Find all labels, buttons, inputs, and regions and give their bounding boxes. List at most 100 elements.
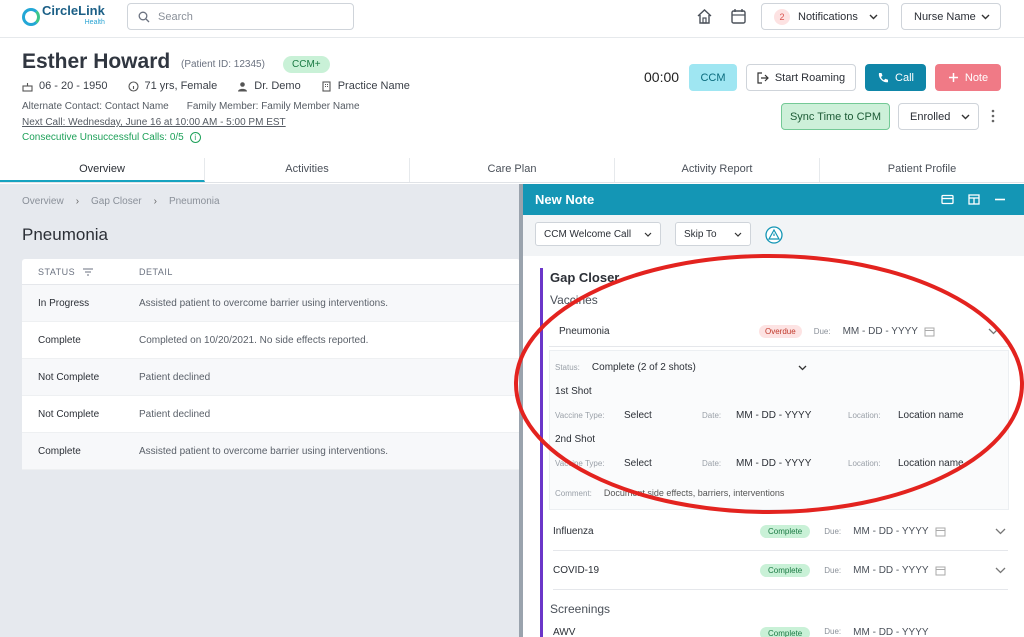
logo-subtext: Health (84, 19, 105, 26)
patient-doctor: Dr. Demo (254, 80, 301, 92)
date-label: Date: (702, 411, 722, 420)
status-field[interactable]: Status: Complete (2 of 2 shots) (555, 362, 807, 373)
table-header: STATUS DETAIL (22, 259, 520, 285)
calendar-icon[interactable] (924, 326, 935, 337)
table-row[interactable]: Complete Completed on 10/20/2021. No side… (22, 322, 520, 359)
due-date[interactable]: MM - DD - YYYY (853, 565, 928, 576)
calendar-icon[interactable] (935, 565, 946, 576)
covid-item[interactable]: COVID-19 Complete Due: MM - DD - YYYY (553, 552, 1008, 590)
search-input[interactable]: Search (127, 3, 354, 30)
info-icon[interactable]: i (189, 132, 201, 143)
tab-patient-profile[interactable]: Patient Profile (820, 158, 1024, 182)
due-date[interactable]: MM - DD - YYYY (853, 526, 928, 537)
due-label: Due: (813, 327, 831, 336)
filter-icon[interactable] (83, 268, 94, 276)
calendar-icon[interactable] (935, 526, 946, 537)
call-button[interactable]: Call (865, 64, 926, 91)
vaccine-type-select[interactable]: Select (624, 458, 702, 469)
more-options-icon[interactable] (990, 109, 996, 123)
second-shot-heading: 2nd Shot (555, 434, 596, 445)
phone-icon (878, 72, 889, 82)
enrollment-dropdown[interactable]: Enrolled (898, 103, 979, 130)
row-detail: Patient declined (139, 408, 211, 420)
row-status: In Progress (38, 297, 90, 309)
tab-care-plan[interactable]: Care Plan (410, 158, 615, 182)
chevron-right-icon: › (153, 196, 157, 207)
pneumonia-item[interactable]: Pneumonia Overdue Due: MM - DD - YYYY (549, 317, 1009, 347)
tab-activity-report[interactable]: Activity Report (615, 158, 820, 182)
tab-activities[interactable]: Activities (205, 158, 410, 182)
overdue-badge: Overdue (759, 325, 802, 338)
item-name: Influenza (553, 526, 594, 537)
due-date[interactable]: MM - DD - YYYY (853, 627, 928, 637)
skip-to-select[interactable]: Skip To (675, 222, 751, 246)
influenza-item[interactable]: Influenza Complete Due: MM - DD - YYYY (553, 513, 1008, 551)
next-call-link[interactable]: Next Call: Wednesday, June 16 at 10:00 A… (22, 117, 286, 128)
patient-name: Esther Howard (22, 50, 171, 73)
card-icon[interactable] (941, 194, 954, 205)
sync-time-button[interactable]: Sync Time to CPM (781, 103, 890, 130)
calendar-icon[interactable] (730, 8, 747, 25)
location-field[interactable]: Location name (898, 410, 964, 421)
logo[interactable]: CircleLink Health (22, 3, 105, 28)
vaccine-type-select[interactable]: Select (624, 410, 702, 421)
call-type-select[interactable]: CCM Welcome Call (535, 222, 661, 246)
ccm-button[interactable]: CCM (689, 64, 737, 91)
due-label: Due: (824, 627, 842, 636)
note-panel-header: New Note (523, 184, 1024, 215)
exit-icon (757, 71, 769, 84)
location-field[interactable]: Location name (898, 458, 964, 469)
table-row[interactable]: In Progress Assisted patient to overcome … (22, 285, 520, 322)
minimize-icon[interactable] (994, 194, 1006, 205)
first-shot-heading: 1st Shot (555, 386, 592, 397)
patient-info-row: 06 - 20 - 1950 71 yrs, Female Dr. Demo P… (22, 80, 410, 92)
location-label: Location: (848, 411, 881, 420)
row-status: Complete (38, 445, 81, 457)
breadcrumb-gap-closer[interactable]: Gap Closer (91, 196, 142, 207)
table-row[interactable]: Complete Assisted patient to overcome bar… (22, 433, 520, 470)
family-member: Family Member: Family Member Name (186, 101, 360, 112)
breadcrumb-overview[interactable]: Overview (22, 196, 64, 207)
status-column-header: STATUS (38, 266, 76, 277)
date-field[interactable]: MM - DD - YYYY (736, 410, 830, 421)
gap-closer-title: Gap Closer (550, 270, 620, 285)
awv-item[interactable]: AWV Complete Due: MM - DD - YYYY (553, 627, 1008, 637)
patient-practice: Practice Name (337, 80, 410, 92)
warning-icon[interactable] (765, 226, 783, 244)
alternate-contact: Alternate Contact: Contact Name (22, 101, 169, 112)
date-field[interactable]: MM - DD - YYYY (736, 458, 830, 469)
table-row[interactable]: Not Complete Patient declined (22, 396, 520, 433)
chevron-down-icon[interactable] (988, 328, 999, 335)
program-badge: CCM+ (283, 56, 330, 73)
start-roaming-button[interactable]: Start Roaming (746, 64, 856, 91)
complete-badge: Complete (760, 564, 811, 577)
notifications-dropdown[interactable]: 2 Notifications (761, 3, 889, 30)
chevron-down-icon[interactable] (995, 567, 1006, 574)
search-placeholder: Search (158, 10, 193, 23)
due-date[interactable]: MM - DD - YYYY (843, 326, 918, 337)
item-name: Pneumonia (559, 326, 610, 337)
note-button[interactable]: Note (935, 64, 1001, 91)
logo-text: CircleLink (42, 3, 105, 18)
chevron-down-icon (798, 365, 807, 370)
chevron-right-icon: › (75, 196, 80, 207)
topbar-divider (0, 37, 1024, 38)
search-icon (138, 11, 150, 22)
user-name: Nurse Name (914, 10, 976, 23)
home-icon[interactable] (696, 8, 713, 25)
chevron-down-icon (961, 114, 970, 119)
patient-id: (Patient ID: 12345) (181, 59, 265, 70)
vaccine-type-label: Vaccine Type: (555, 411, 605, 420)
row-detail: Completed on 10/20/2021. No side effects… (139, 334, 369, 346)
patient-tabs: Overview Activities Care Plan Activity R… (0, 158, 1024, 183)
status-value: Complete (2 of 2 shots) (591, 362, 696, 373)
call-label: Call (895, 71, 914, 84)
comment-field[interactable]: Comment: Document side effects, barriers… (555, 488, 784, 498)
table-row[interactable]: Not Complete Patient declined (22, 359, 520, 396)
layout-icon[interactable] (968, 194, 980, 205)
chevron-down-icon[interactable] (995, 528, 1006, 535)
user-menu-dropdown[interactable]: Nurse Name (901, 3, 1001, 30)
note-panel-title: New Note (535, 192, 595, 207)
tab-overview[interactable]: Overview (0, 158, 205, 182)
comment-placeholder: Document side effects, barriers, interve… (603, 488, 785, 498)
